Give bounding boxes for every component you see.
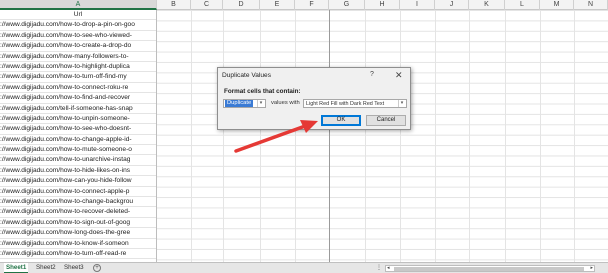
gridline (435, 10, 436, 262)
chevron-down-icon[interactable]: ▾ (257, 100, 264, 107)
url-cell[interactable]: ://www.digijadu.com/how-to-find-and-reco… (0, 93, 156, 104)
duplicate-values-dialog: Duplicate Values ? ✕ Format cells that c… (217, 67, 411, 130)
url-cell[interactable]: ://www.digijadu.com/tell-if-someone-has-… (0, 104, 156, 114)
url-cell[interactable]: ://www.digijadu.com/how-to-mute-someone-… (0, 145, 156, 156)
column-header-a[interactable]: A (0, 0, 157, 10)
url-cell[interactable]: ://www.digijadu.com/how-to-hide-likes-on… (0, 166, 156, 177)
gridline (469, 10, 470, 262)
column-header-m[interactable]: M (540, 0, 574, 10)
column-header-n[interactable]: N (574, 0, 608, 10)
column-header-f[interactable]: F (295, 0, 329, 10)
ok-button[interactable]: OK (321, 115, 361, 126)
url-cell[interactable]: ://www.digijadu.com/how-long-does-the-gr… (0, 228, 156, 239)
scrollbar-thumb[interactable] (394, 267, 584, 271)
values-with-label: values with (271, 100, 300, 106)
url-cell[interactable]: ://www.digijadu.com/how-to-see-who-doesn… (0, 124, 156, 135)
column-header-k[interactable]: K (469, 0, 505, 10)
url-cell[interactable]: ://www.digijadu.com/how-to-see-who-viewe… (0, 31, 156, 42)
column-header-j[interactable]: J (435, 0, 469, 10)
scroll-left-icon[interactable]: ◂ (387, 265, 390, 271)
url-cell[interactable]: ://www.digijadu.com/how-can-you-hide-fol… (0, 176, 156, 187)
add-sheet-icon[interactable]: + (93, 264, 101, 272)
gridline (540, 10, 541, 262)
column-a-cells: Url ://www.digijadu.com/how-to-drop-a-pi… (0, 10, 157, 262)
url-cell[interactable]: ://www.digijadu.com/how-many-followers-t… (0, 52, 156, 62)
sheet-tab-sheet1[interactable]: Sheet1 (4, 263, 29, 273)
horizontal-scrollbar[interactable]: ◂ ▸ (385, 265, 595, 272)
duplicate-type-value: Duplicate (225, 100, 254, 107)
close-icon[interactable]: ✕ (395, 70, 403, 81)
url-cell[interactable]: ://www.digijadu.com/how-to-change-backgr… (0, 197, 156, 208)
gridline (505, 10, 506, 262)
format-style-select[interactable]: Light Red Fill with Dark Red Text ▾ (303, 99, 407, 108)
url-cell[interactable]: ://www.digijadu.com/how-to-unarchive-ins… (0, 155, 156, 166)
column-header-g[interactable]: G (329, 0, 365, 10)
format-cells-label: Format cells that contain: (224, 88, 301, 95)
url-cell[interactable]: ://www.digijadu.com/how-to-sign-out-of-g… (0, 218, 156, 229)
gridline (365, 10, 366, 262)
tab-splitter-icon[interactable]: ⋮ (376, 264, 382, 272)
gridline (400, 10, 401, 262)
column-header-c[interactable]: C (191, 0, 223, 10)
url-cell[interactable]: ://www.digijadu.com/how-to-highlight-dup… (0, 62, 156, 73)
sheet-tab-sheet2[interactable]: Sheet2 (34, 263, 58, 273)
gridline (191, 10, 192, 262)
help-icon[interactable]: ? (370, 71, 374, 78)
url-cell[interactable]: ://www.digijadu.com/how-to-connect-apple… (0, 187, 156, 198)
gridline (223, 10, 224, 262)
column-header-bar: A B C D E F G H I J K L M N (0, 0, 608, 10)
column-header-h[interactable]: H (365, 0, 400, 10)
sheet-tab-sheet3[interactable]: Sheet3 (62, 263, 86, 273)
gridline (574, 10, 575, 262)
url-cell[interactable]: ://www.digijadu.com/how-to-connect-roku-… (0, 83, 156, 94)
url-cell[interactable]: ://www.digijadu.com/how-to-drop-a-pin-on… (0, 20, 156, 31)
window-split-line[interactable] (329, 10, 330, 262)
url-cell[interactable]: ://www.digijadu.com/how-to-recover-delet… (0, 207, 156, 218)
column-header-d[interactable]: D (223, 0, 260, 10)
column-header-i[interactable]: I (400, 0, 435, 10)
dialog-title: Duplicate Values (222, 72, 271, 79)
cancel-button[interactable]: Cancel (366, 115, 406, 126)
url-cell[interactable]: ://www.digijadu.com/how-to-unpin-someone… (0, 114, 156, 125)
chevron-down-icon[interactable]: ▾ (398, 100, 405, 107)
gridline (260, 10, 261, 262)
url-cell[interactable]: ://www.digijadu.com/how-to-turn-off-read… (0, 249, 156, 260)
sheet-tabs-bar: Sheet1 Sheet2 Sheet3 + ⋮ ◂ ▸ (0, 262, 608, 273)
scroll-right-icon[interactable]: ▸ (590, 265, 593, 271)
url-cell[interactable]: ://www.digijadu.com/how-to-turn-off-find… (0, 72, 156, 83)
gridline (295, 10, 296, 262)
duplicate-type-select[interactable]: Duplicate ▾ (223, 99, 266, 108)
column-header-l[interactable]: L (505, 0, 540, 10)
url-cell[interactable]: ://www.digijadu.com/how-to-change-apple-… (0, 135, 156, 146)
url-cell[interactable]: ://www.digijadu.com/how-to-know-if-someo… (0, 239, 156, 249)
url-header-cell[interactable]: Url (0, 10, 156, 21)
format-style-value: Light Red Fill with Dark Red Text (306, 101, 385, 107)
column-header-b[interactable]: B (157, 0, 191, 10)
url-cell[interactable]: ://www.digijadu.com/how-to-create-a-drop… (0, 41, 156, 52)
column-header-e[interactable]: E (260, 0, 295, 10)
